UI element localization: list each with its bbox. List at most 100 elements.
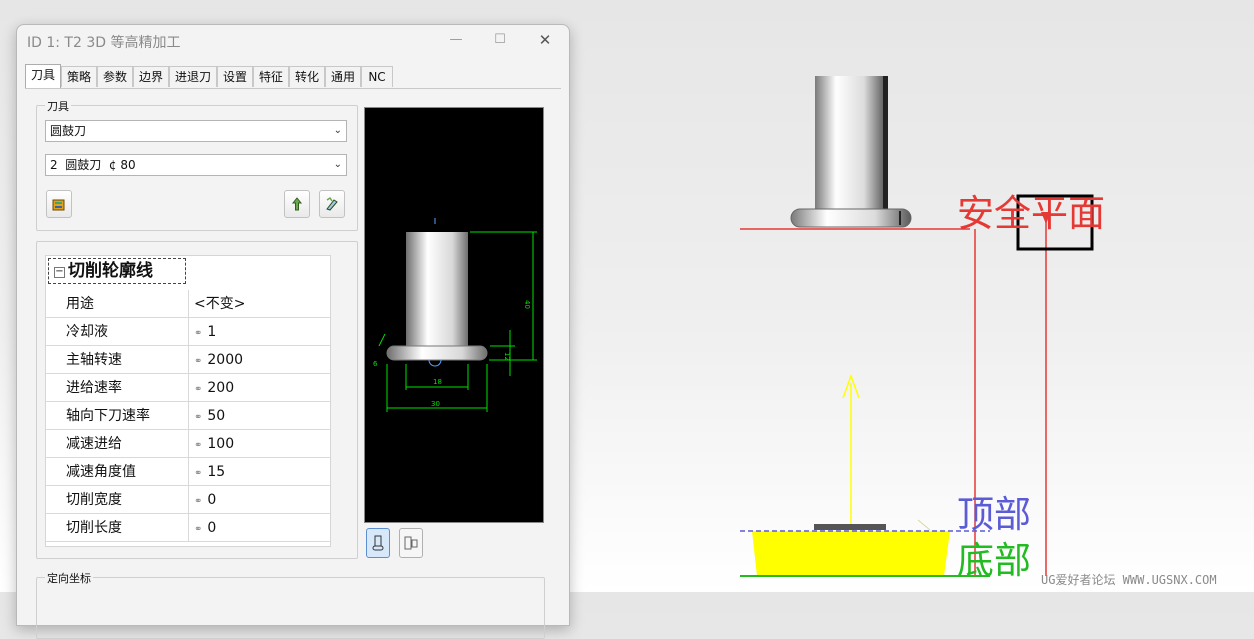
table-row[interactable]: 切削宽度 ⚭ 0 [46, 486, 330, 514]
param-value: 0 [207, 520, 217, 536]
tab-nc[interactable]: NC [361, 66, 393, 87]
param-value: 0 [207, 492, 217, 508]
workpiece-top [814, 524, 886, 530]
param-value-cell[interactable]: ⚭ 15 [194, 458, 225, 488]
tab-settings[interactable]: 设置 [217, 66, 253, 87]
param-grid: − 切削轮廓线 用途 <不变> 冷却液 ⚭ 1 主轴转速 ⚭ 2000 进给速率 ⚭ 2… [45, 255, 331, 547]
dim-label-6: 6 [373, 360, 378, 368]
arrow-up-icon [291, 197, 303, 211]
param-name: 主轴转速 [66, 346, 189, 373]
param-value: 1 [207, 324, 217, 340]
collapse-icon[interactable]: − [54, 267, 65, 278]
tool-type-value: 圆鼓刀 [50, 124, 87, 138]
bottom-label: 底部 [957, 539, 1031, 582]
link-icon: ⚭ [194, 356, 203, 367]
orient-group-label: 定向坐标 [45, 570, 93, 586]
table-row[interactable]: 减速进给 ⚭ 100 [46, 430, 330, 458]
param-value-cell[interactable]: ⚭ 100 [194, 430, 234, 460]
param-value: 100 [207, 436, 235, 452]
link-icon: ⚭ [194, 496, 203, 507]
tool-select[interactable]: 2 圆鼓刀 ¢ 80 ⌄ [45, 154, 347, 176]
link-icon: ⚭ [194, 384, 203, 395]
tool-library-icon [52, 199, 65, 211]
tool-group-label: 刀具 [45, 98, 71, 114]
link-icon: ⚭ [194, 440, 203, 451]
top-label: 顶部 [957, 493, 1031, 536]
tab-general[interactable]: 通用 [325, 66, 361, 87]
link-icon: ⚭ [194, 412, 203, 423]
table-row[interactable]: 切削长度 ⚭ 0 [46, 514, 330, 542]
stock-body [752, 531, 950, 576]
table-row[interactable]: 用途 <不变> [46, 290, 330, 318]
tool-shank [406, 232, 468, 348]
minimize-button[interactable]: — [441, 29, 471, 51]
param-value-cell[interactable]: ⚭ 2000 [194, 346, 243, 376]
tab-tool[interactable]: 刀具 [25, 64, 61, 88]
orient-group: 定向坐标 [36, 570, 545, 639]
table-row[interactable]: 冷却液 ⚭ 1 [46, 318, 330, 346]
stock-edge-mark [917, 519, 931, 531]
table-row[interactable]: 主轴转速 ⚭ 2000 [46, 346, 330, 374]
param-name: 冷却液 [66, 318, 189, 345]
tool-select-value: 2 圆鼓刀 ¢ 80 [50, 158, 136, 172]
tool-tip [428, 359, 442, 367]
tool-edit-button[interactable] [319, 190, 345, 218]
tab-divider [25, 88, 561, 89]
tool-preview-drawing: 18 30 40 12 6 [373, 218, 537, 412]
scene-tool-shadow [883, 76, 888, 210]
param-value-cell[interactable]: ⚭ 50 [194, 402, 225, 432]
param-value[interactable]: <不变> [194, 290, 245, 318]
tool-disc [386, 345, 488, 361]
tool-up-button[interactable] [284, 190, 310, 218]
dim-label-18: 18 [433, 378, 442, 386]
table-row[interactable]: 减速角度值 ⚭ 15 [46, 458, 330, 486]
safe-plane-label: 安全平面 [957, 192, 1105, 235]
link-icon: ⚭ [194, 524, 203, 535]
watermark: UG爱好者论坛 WWW.UGSNX.COM [1041, 573, 1217, 587]
param-name: 减速角度值 [66, 458, 189, 485]
maximize-button[interactable]: ☐ [485, 29, 515, 51]
param-value: 200 [207, 380, 235, 396]
dim-label-30: 30 [431, 400, 440, 408]
param-value-cell[interactable]: ⚭ 200 [194, 374, 234, 404]
param-name: 切削长度 [66, 514, 189, 541]
dim-label-12: 12 [503, 352, 511, 361]
table-row[interactable]: 轴向下刀速率 ⚭ 50 [46, 402, 330, 430]
tool-library-button[interactable] [46, 190, 72, 218]
param-value: 15 [207, 464, 226, 480]
param-name: 进给速率 [66, 374, 189, 401]
window-title: ID 1: T2 3D 等高精加工 [27, 35, 181, 51]
param-value-cell[interactable]: ⚭ 0 [194, 486, 216, 516]
tool-view-button[interactable] [366, 528, 390, 558]
tool-group: 刀具 圆鼓刀 ⌄ 2 圆鼓刀 ¢ 80 ⌄ [36, 98, 358, 231]
link-icon: ⚭ [194, 468, 203, 479]
tab-feature[interactable]: 特征 [253, 66, 289, 87]
holder-view-button[interactable] [399, 528, 423, 558]
close-button[interactable]: ✕ [530, 29, 560, 51]
table-row[interactable]: 进给速率 ⚭ 200 [46, 374, 330, 402]
param-value-cell[interactable]: ⚭ 1 [194, 318, 216, 348]
param-value: 50 [207, 408, 226, 424]
tool-shape-icon [372, 535, 384, 551]
tool-type-select[interactable]: 圆鼓刀 ⌄ [45, 120, 347, 142]
cut-profile-header[interactable]: − 切削轮廓线 [48, 258, 186, 284]
tool-edit-icon [326, 196, 338, 211]
tab-boundary[interactable]: 边界 [133, 66, 169, 87]
scene-tool-shank [815, 76, 885, 210]
cut-profile-title: 切削轮廓线 [68, 261, 153, 281]
tab-transform[interactable]: 转化 [289, 66, 325, 87]
chevron-down-icon: ⌄ [333, 159, 342, 170]
param-name: 减速进给 [66, 430, 189, 457]
link-icon: ⚭ [194, 328, 203, 339]
param-value: 2000 [207, 352, 244, 368]
param-name: 轴向下刀速率 [66, 402, 189, 429]
axis-arrow-icon [842, 373, 860, 399]
title-bar[interactable]: ID 1: T2 3D 等高精加工 — ☐ ✕ [17, 25, 569, 55]
tab-lead[interactable]: 进退刀 [169, 66, 217, 87]
tab-params[interactable]: 参数 [97, 66, 133, 87]
dim-label-40: 40 [523, 300, 531, 309]
chevron-down-icon: ⌄ [333, 125, 342, 136]
scene-tool-disc [790, 208, 912, 228]
param-value-cell[interactable]: ⚭ 0 [194, 514, 216, 544]
tab-strategy[interactable]: 策略 [61, 66, 97, 87]
